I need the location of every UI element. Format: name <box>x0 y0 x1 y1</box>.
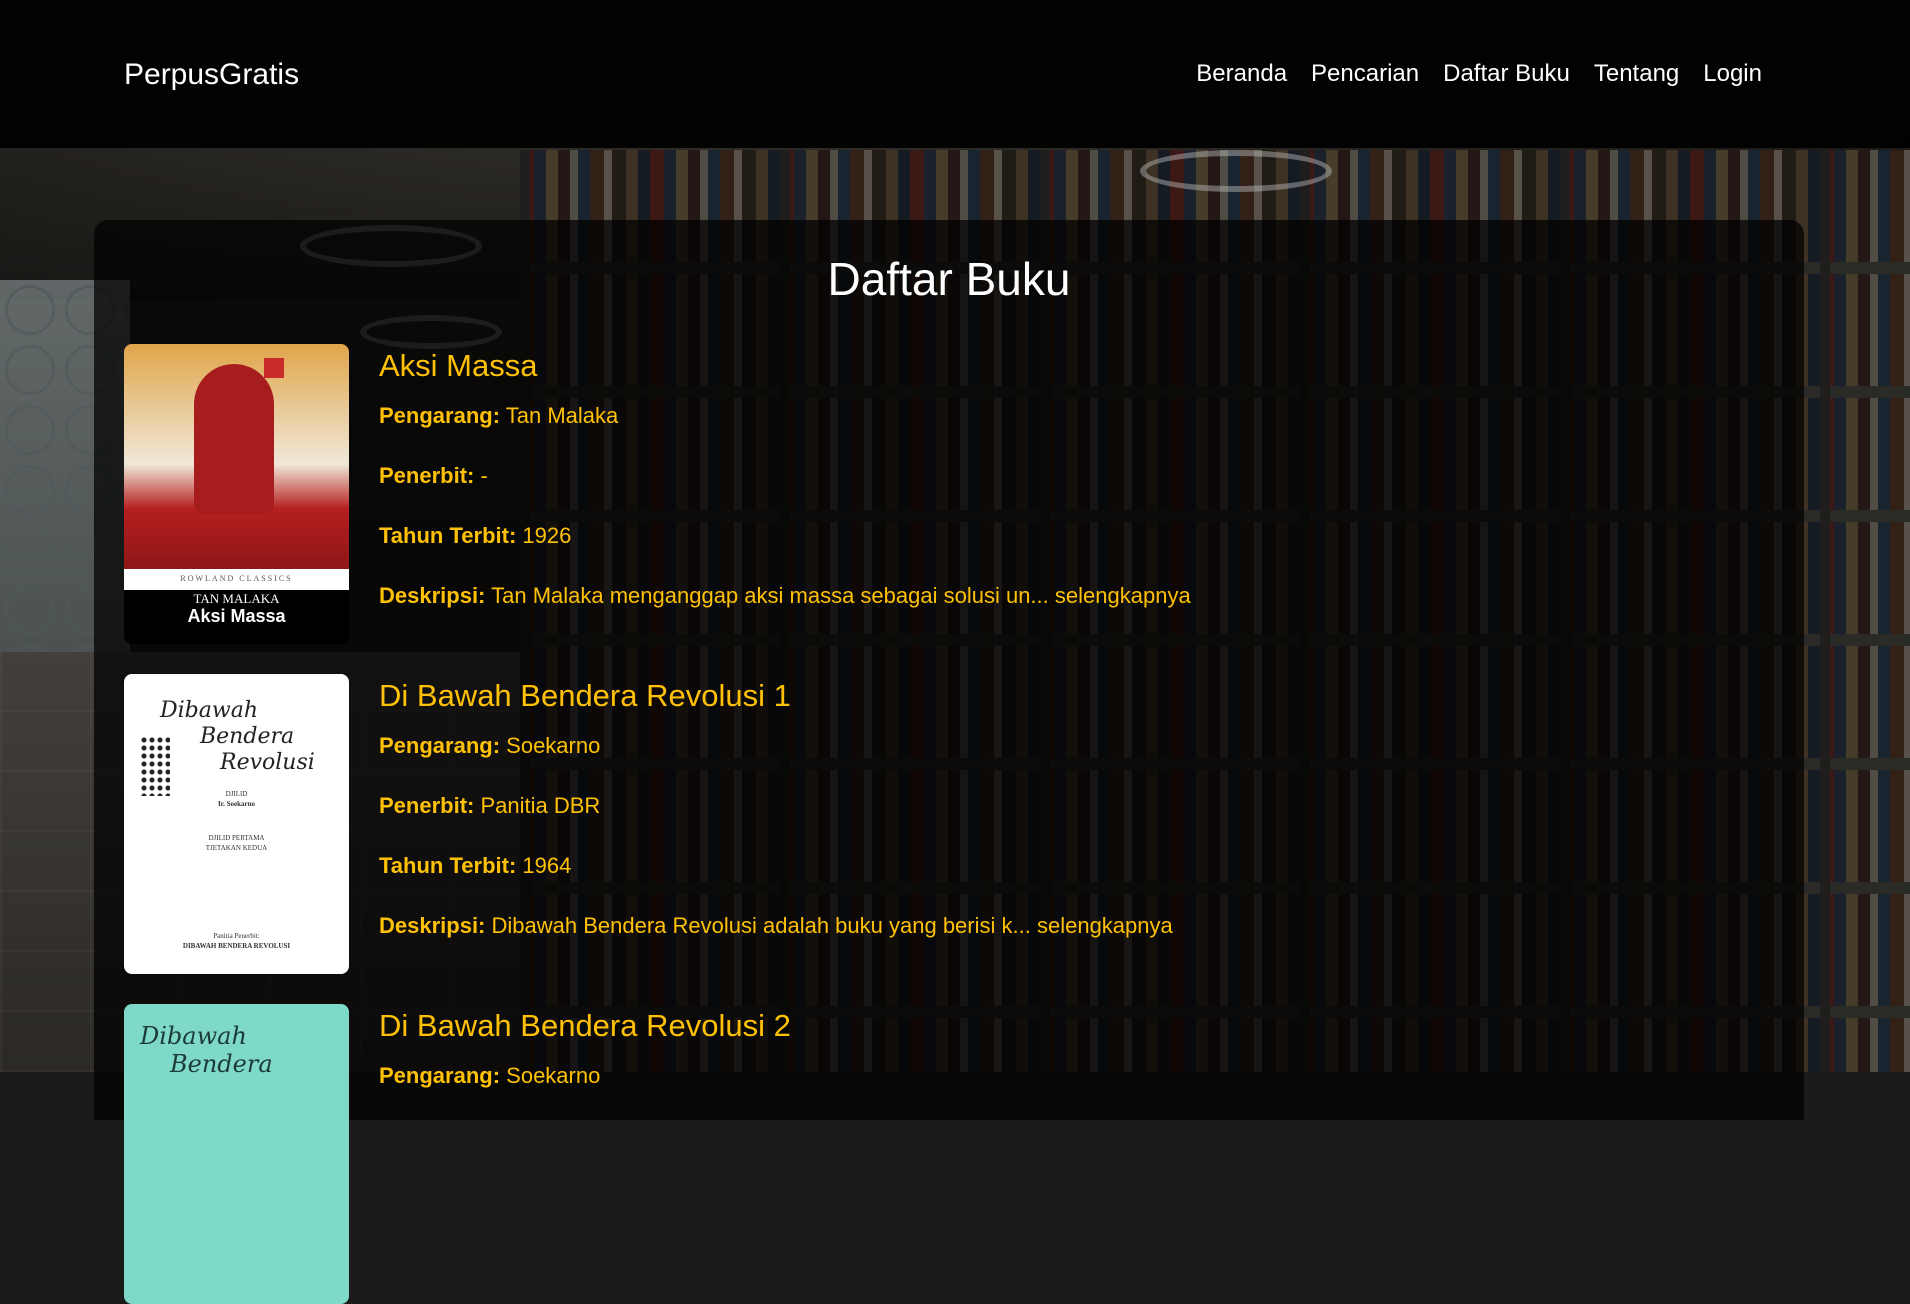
publisher-label: Penerbit: <box>379 463 475 488</box>
nav-item: Login <box>1703 60 1762 88</box>
book-year-field: Tahun Terbit: 1926 <box>379 506 1764 566</box>
nav-links: Beranda Pencarian Daftar Buku Tentang Lo… <box>1196 60 1762 88</box>
book-cover-image[interactable]: Dibawah Bendera Revolusi DJILID Ir. Soek… <box>124 674 349 974</box>
book-author: Soekarno <box>506 733 601 758</box>
author-label: Pengarang: <box>379 1063 501 1088</box>
navbar: PerpusGratis Beranda Pencarian Daftar Bu… <box>0 0 1910 148</box>
cover-script-line: Dibawah <box>160 698 258 723</box>
book-info: Di Bawah Bendera Revolusi 2 Pengarang: S… <box>379 1004 1764 1106</box>
cover-script-line: Bendera <box>200 724 295 749</box>
book-author-field: Pengarang: Tan Malaka <box>379 386 1764 446</box>
cover-publisher-text: DIBAWAH BENDERA REVOLUSI <box>182 942 291 950</box>
book-description-field: Deskripsi: Tan Malaka menganggap aksi ma… <box>379 566 1764 626</box>
book-publisher-field: Penerbit: - <box>379 446 1764 506</box>
book-author-field: Pengarang: Soekarno <box>379 716 1764 776</box>
nav-link-daftar-buku[interactable]: Daftar Buku <box>1443 60 1570 87</box>
cover-script-line: Revolusi <box>220 750 315 775</box>
cover-series-text: ROWLAND CLASSICS <box>180 574 293 583</box>
nav-item: Beranda <box>1196 60 1287 88</box>
book-title[interactable]: Di Bawah Bendera Revolusi 2 <box>379 1008 1764 1044</box>
cover-edition-text: TJETAKAN KEDUA <box>205 844 268 852</box>
cover-script-line: Dibawah <box>140 1022 247 1050</box>
brand-link[interactable]: PerpusGratis <box>124 58 299 92</box>
nav-link-pencarian[interactable]: Pencarian <box>1311 60 1419 87</box>
nav-item: Pencarian <box>1311 60 1419 88</box>
nav-link-tentang[interactable]: Tentang <box>1594 60 1679 87</box>
cover-script-line: Bendera <box>170 1050 273 1078</box>
book-card: ROWLAND CLASSICS TAN MALAKA Aksi Massa A… <box>124 344 1764 644</box>
book-cover-image[interactable]: ROWLAND CLASSICS TAN MALAKA Aksi Massa <box>124 344 349 644</box>
cover-hammer <box>264 358 284 378</box>
nav-item: Tentang <box>1594 60 1679 88</box>
book-author-field: Pengarang: Soekarno <box>379 1046 1764 1106</box>
read-more-link[interactable]: selengkapnya <box>1055 583 1191 608</box>
cover-jilid-text: DJILID <box>225 790 248 798</box>
description-label: Deskripsi: <box>379 583 486 608</box>
cover-edition-text: DJILID PERTAMA <box>208 834 265 842</box>
book-info: Aksi Massa Pengarang: Tan Malaka Penerbi… <box>379 344 1764 626</box>
nav-link-beranda[interactable]: Beranda <box>1196 60 1287 87</box>
cover-title-text: Aksi Massa <box>187 606 286 626</box>
read-more-link[interactable]: selengkapnya <box>1037 913 1173 938</box>
book-author: Soekarno <box>506 1063 601 1088</box>
cover-author-text: TAN MALAKA <box>193 591 280 606</box>
author-label: Pengarang: <box>379 403 501 428</box>
nav-item: Daftar Buku <box>1443 60 1570 88</box>
cover-publisher-text: Panitia Penerbit: <box>213 932 260 940</box>
book-card: Dibawah Bendera Di Bawah Bendera Revolus… <box>124 1004 1764 1304</box>
book-publisher: Panitia DBR <box>480 793 601 818</box>
page-title: Daftar Buku <box>827 253 1071 305</box>
description-label: Deskripsi: <box>379 913 486 938</box>
book-publisher-field: Penerbit: Panitia DBR <box>379 776 1764 836</box>
cover-script-title: Dibawah Bendera <box>140 1022 330 1078</box>
book-cover-image[interactable]: Dibawah Bendera <box>124 1004 349 1304</box>
book-publisher: - <box>480 463 488 488</box>
book-card: Dibawah Bendera Revolusi DJILID Ir. Soek… <box>124 674 1764 974</box>
book-info: Di Bawah Bendera Revolusi 1 Pengarang: S… <box>379 674 1764 956</box>
cover-script-title: Dibawah Bendera Revolusi <box>160 698 330 776</box>
book-title[interactable]: Di Bawah Bendera Revolusi 1 <box>379 678 1764 714</box>
book-year-field: Tahun Terbit: 1964 <box>379 836 1764 896</box>
nav-link-login[interactable]: Login <box>1703 60 1762 87</box>
book-title[interactable]: Aksi Massa <box>379 348 1764 384</box>
year-label: Tahun Terbit: <box>379 853 517 878</box>
book-author: Tan Malaka <box>505 403 619 428</box>
cover-figure <box>194 364 274 514</box>
author-label: Pengarang: <box>379 733 501 758</box>
year-label: Tahun Terbit: <box>379 523 517 548</box>
cover-author-text: Ir. Soekarno <box>217 800 256 808</box>
book-list-panel: Daftar Buku ROWLAND CLASSICS TAN MALAKA … <box>94 220 1804 1304</box>
book-description: Tan Malaka menganggap aksi massa sebagai… <box>491 583 1049 608</box>
book-description: Dibawah Bendera Revolusi adalah buku yan… <box>491 913 1031 938</box>
publisher-label: Penerbit: <box>379 793 475 818</box>
book-year: 1926 <box>522 523 572 548</box>
book-year: 1964 <box>522 853 572 878</box>
book-description-field: Deskripsi: Dibawah Bendera Revolusi adal… <box>379 896 1764 956</box>
